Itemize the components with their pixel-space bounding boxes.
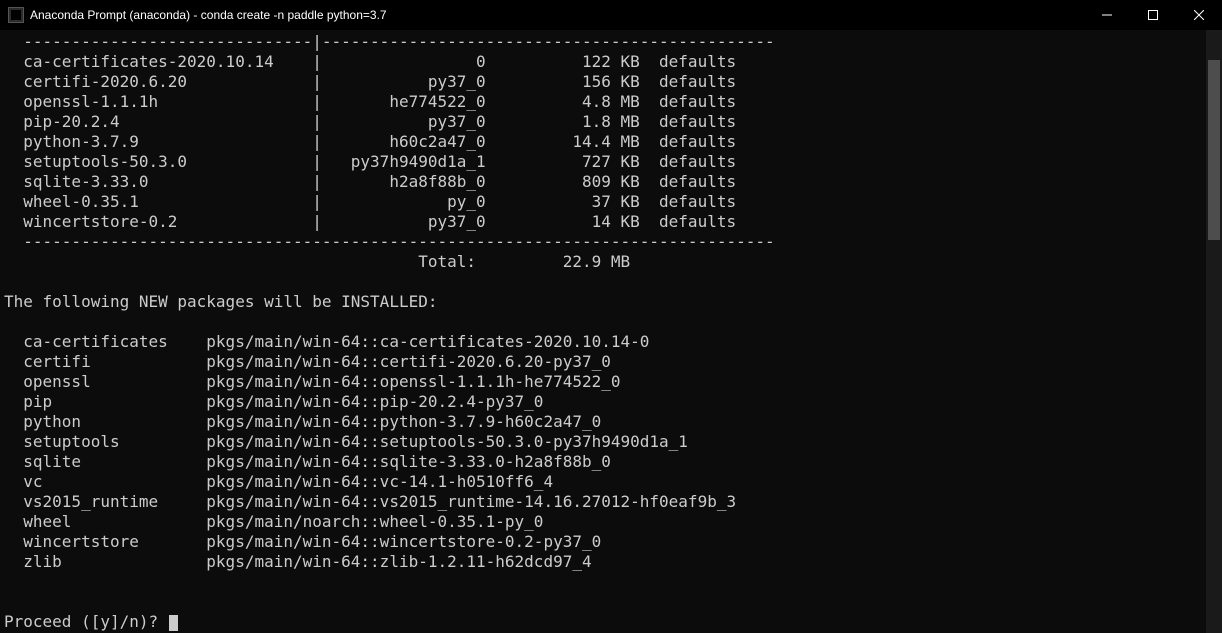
- scrollbar-track[interactable]: [1206, 30, 1222, 633]
- prompt-text: Proceed ([y]/n)?: [4, 612, 168, 631]
- terminal-output[interactable]: ------------------------------|---------…: [0, 30, 1222, 633]
- close-button[interactable]: [1176, 0, 1222, 30]
- minimize-icon: [1102, 10, 1112, 20]
- close-icon: [1194, 10, 1204, 20]
- text-cursor: [169, 615, 178, 631]
- scrollbar-thumb[interactable]: [1208, 60, 1220, 240]
- maximize-button[interactable]: [1130, 0, 1176, 30]
- window-titlebar: Anaconda Prompt (anaconda) - conda creat…: [0, 0, 1222, 30]
- terminal-icon: [8, 7, 24, 23]
- window-controls: [1084, 0, 1222, 30]
- window-title: Anaconda Prompt (anaconda) - conda creat…: [30, 8, 1084, 22]
- minimize-button[interactable]: [1084, 0, 1130, 30]
- maximize-icon: [1148, 10, 1158, 20]
- proceed-prompt[interactable]: Proceed ([y]/n)?: [4, 612, 1222, 632]
